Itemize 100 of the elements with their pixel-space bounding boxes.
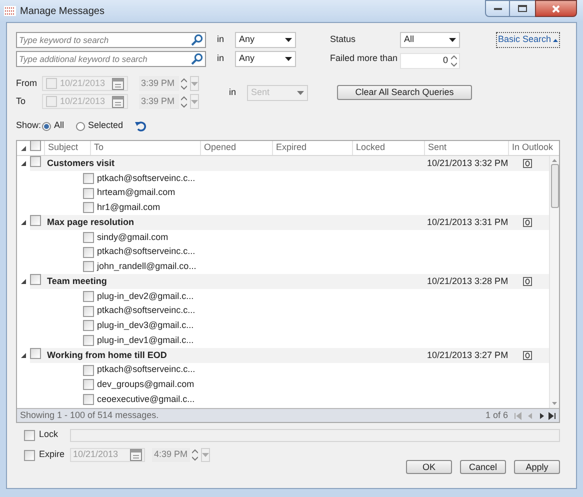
checkbox[interactable] (83, 172, 94, 184)
checkbox[interactable] (83, 364, 94, 376)
checkbox[interactable] (83, 246, 94, 258)
expand-all-icon[interactable] (21, 146, 26, 150)
checkbox[interactable] (30, 348, 41, 359)
recipient-cell-text: john_randell@gmail.co... (97, 260, 196, 274)
dropdown[interactable]: Any (235, 32, 296, 48)
checkbox[interactable] (83, 232, 94, 243)
dropdown-arrow-button[interactable] (201, 448, 210, 462)
checkbox[interactable] (83, 306, 94, 317)
caret-icon (285, 57, 292, 61)
lock-reason-field[interactable] (70, 428, 560, 442)
checkbox[interactable] (30, 156, 41, 167)
column-header[interactable]: Locked (352, 141, 424, 155)
column-header[interactable]: Opened (200, 141, 272, 155)
status-text: Showing 1 - 100 of 514 messages. (20, 408, 159, 422)
app-icon (4, 6, 16, 16)
spinner-arrows-icon[interactable] (451, 55, 457, 67)
refresh-icon[interactable] (135, 120, 148, 132)
checkbox[interactable] (83, 261, 94, 272)
dialog-button[interactable]: OK (406, 460, 452, 474)
recipient-row[interactable]: ptkach@softserveinc.c... (17, 362, 549, 378)
column-header[interactable]: Subject (44, 141, 90, 155)
scrollbar-thumb[interactable] (550, 164, 558, 208)
recipient-row[interactable]: hrteam@gmail.com (17, 186, 549, 200)
recipient-row[interactable]: sindy@gmail.com (17, 230, 549, 245)
radio-option[interactable]: Selected (76, 119, 124, 133)
recipient-row[interactable]: hr1@gmail.com (17, 200, 549, 216)
column-header[interactable]: Sent (424, 141, 508, 155)
in-label: in (217, 33, 226, 46)
scroll-down-icon[interactable] (552, 402, 557, 405)
dropdown[interactable]: Any (235, 51, 296, 67)
sent-cell-text: 10/21/2013 3:28 PM (426, 274, 508, 288)
checkbox[interactable] (83, 290, 94, 302)
recipient-cell-text: plug-in_dev3@gmail.c... (97, 319, 194, 332)
scrollbar[interactable] (549, 156, 559, 408)
outlook-icon (522, 277, 532, 286)
checkbox[interactable] (30, 274, 41, 285)
in-label: in (229, 86, 238, 99)
dialog-button[interactable]: Cancel (460, 460, 506, 474)
checkbox[interactable] (83, 320, 94, 332)
expanded-icon[interactable] (21, 279, 26, 284)
outlook-icon (522, 350, 532, 360)
sent-cell-text: 10/21/2013 3:27 PM (426, 348, 508, 362)
subject-cell-text: Max page resolution (46, 216, 136, 229)
close-button[interactable] (535, 0, 577, 17)
caret-icon (449, 38, 456, 42)
checkbox[interactable] (83, 335, 94, 346)
checkbox[interactable] (83, 188, 94, 199)
clear-all-button[interactable]: Clear All Search Queries (337, 85, 472, 100)
recipient-row[interactable]: ptkach@softserveinc.c... (17, 171, 549, 186)
lock-checkbox[interactable]: Lock (24, 428, 70, 442)
recipient-cell-text: ceoexecutive@gmail.c... (97, 392, 195, 406)
expire-time-field[interactable]: 4:39 PM (152, 448, 190, 462)
dropdown-arrow-button[interactable] (190, 94, 199, 109)
dropdown[interactable]: All (400, 32, 460, 48)
recipient-row[interactable]: ptkach@softserveinc.c... (17, 304, 549, 318)
checkbox-square[interactable] (24, 430, 35, 440)
recipient-row[interactable]: john_randell@gmail.co... (17, 259, 549, 274)
expanded-icon[interactable] (21, 220, 26, 226)
outlook-icon (522, 218, 532, 228)
recipient-cell-text: hrteam@gmail.com (97, 186, 176, 200)
search-field[interactable]: Type keyword to search (16, 32, 206, 48)
maximize-button[interactable] (510, 0, 535, 17)
spinner-arrows-icon[interactable] (181, 96, 187, 108)
date-label: To (16, 94, 27, 108)
recipient-row[interactable]: plug-in_dev2@gmail.c... (17, 289, 549, 304)
column-header[interactable]: Expired (272, 141, 352, 155)
search-field[interactable]: Type additional keyword to search (16, 51, 206, 67)
column-header[interactable]: In Outlook (508, 141, 558, 155)
checkbox[interactable] (83, 394, 94, 406)
recipient-row[interactable]: plug-in_dev3@gmail.c... (17, 318, 549, 334)
spinner-arrows-icon[interactable] (181, 78, 187, 90)
basic-search-link[interactable]: Basic Search (496, 32, 560, 48)
pager-icon[interactable] (514, 412, 556, 420)
checkbox[interactable] (83, 202, 94, 214)
collapse-icon (553, 38, 558, 42)
checkbox[interactable] (83, 379, 94, 390)
recipient-row[interactable]: ceoexecutive@gmail.c... (17, 392, 549, 407)
expanded-icon[interactable] (21, 352, 26, 358)
dialog-button[interactable]: Apply (514, 460, 560, 474)
radio-option[interactable]: All (42, 119, 64, 133)
expire-checkbox[interactable]: Expire (24, 448, 70, 462)
checkbox[interactable] (30, 214, 41, 226)
select-all-checkbox[interactable] (30, 140, 41, 152)
calendar-icon[interactable] (130, 449, 142, 461)
recipient-cell-text: sindy@gmail.com (97, 230, 168, 244)
recipient-row[interactable]: plug-in_dev1@gmail.c... (17, 333, 549, 348)
expanded-icon[interactable] (21, 161, 26, 166)
recipient-row[interactable]: dev_groups@gmail.com (17, 378, 549, 392)
column-header[interactable]: To (90, 141, 200, 155)
recipient-row[interactable]: ptkach@softserveinc.c... (17, 244, 549, 260)
checkbox-square[interactable] (24, 450, 35, 460)
minimize-button[interactable] (485, 0, 510, 17)
failed-count-spinner[interactable]: 0 (400, 53, 460, 69)
caret-icon (285, 38, 292, 42)
dropdown-arrow-button[interactable] (190, 76, 199, 91)
window-title: Manage Messages (20, 4, 104, 18)
spinner-arrows-icon[interactable] (192, 449, 198, 461)
scroll-up-icon[interactable] (552, 159, 557, 162)
